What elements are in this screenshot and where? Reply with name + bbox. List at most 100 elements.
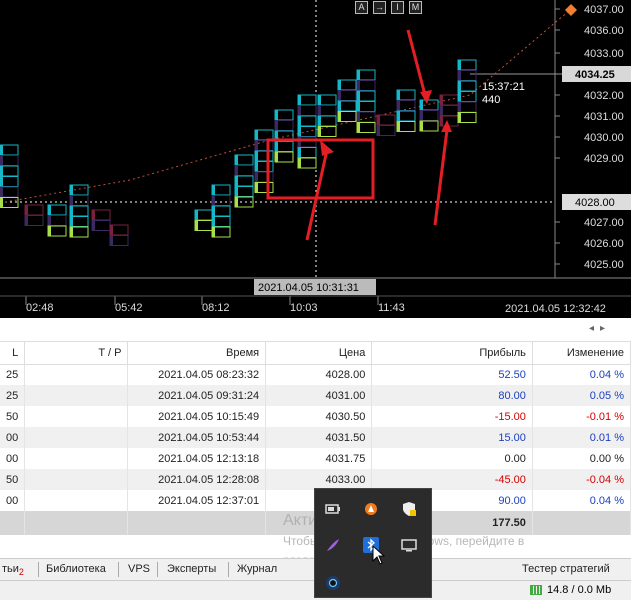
col-header-time[interactable]: Время: [127, 342, 267, 365]
footprint-bar: [92, 210, 95, 220]
footprint-bar: [255, 172, 258, 182]
cursor-tool-button[interactable]: I: [391, 1, 404, 14]
annotation-arrow: [305, 149, 329, 241]
cell-l: 00: [0, 427, 26, 448]
footprint-bar: [25, 205, 28, 215]
cell-profit: -15.00: [371, 406, 533, 427]
footprint-bar: [298, 105, 301, 116]
annotation-box: [266, 138, 375, 200]
footprint-bar: [298, 126, 301, 137]
tab-articles-label: тьи: [2, 563, 19, 575]
cell-change: -0.04 %: [532, 469, 631, 490]
cell-change: 0.04 %: [532, 490, 631, 511]
cell-change: -0.01 %: [532, 406, 631, 427]
display-icon[interactable]: [401, 537, 417, 553]
countdown-label: 15:37:21: [482, 81, 525, 93]
price-label: 4031.00: [584, 111, 624, 123]
footprint-bar: [255, 140, 258, 151]
cell-change: 0.04 %: [532, 364, 631, 385]
footprint-bar: [357, 80, 360, 91]
footprint-bar: [212, 195, 215, 206]
footprint-bar: [440, 116, 443, 126]
table-row[interactable]: 00 2021.04.05 12:13:18 4031.75 0.00 0.00 %: [0, 448, 631, 469]
cell-time: 2021.04.05 12:37:01: [127, 490, 267, 511]
cell-tp: [24, 511, 129, 535]
chart-canvas: 4037.00 4036.00 4033.00 4032.00 4031.00 4030.…: [0, 0, 631, 315]
cell-price: 4031.50: [265, 427, 373, 448]
battery-icon[interactable]: [325, 501, 341, 517]
footprint-bar: [397, 90, 400, 100]
cell-change: [532, 511, 631, 535]
footprint-bar: [458, 91, 461, 102]
price-label: 4033.00: [584, 48, 624, 60]
cell-l: [0, 511, 26, 535]
footprint-bar: [377, 115, 380, 125]
table-row[interactable]: 25 2021.04.05 08:23:32 4028.00 52.50 0.04 %: [0, 364, 631, 385]
cell-tp: [24, 448, 129, 469]
footprint-bar: [235, 186, 238, 197]
cell-time: 2021.04.05 12:13:18: [127, 448, 267, 469]
footprint-bar: [235, 197, 238, 207]
col-header-l[interactable]: L: [0, 342, 26, 365]
tab-library[interactable]: Библиотека: [46, 563, 106, 575]
marker-tool-button[interactable]: M: [409, 1, 422, 14]
price-label: 4026.00: [584, 238, 624, 250]
cell-price: 4031.75: [265, 448, 373, 469]
camera-icon[interactable]: [325, 575, 341, 591]
footprint-bar: [195, 210, 198, 220]
footprint-bar: [318, 126, 321, 137]
footprint-bar: [458, 70, 461, 81]
col-header-price[interactable]: Цена: [265, 342, 373, 365]
table-row[interactable]: 50 2021.04.05 12:28:08 4033.00 -45.00 -0.04 …: [0, 469, 631, 490]
feather-icon[interactable]: [325, 537, 341, 553]
footprint-bar: [338, 90, 341, 101]
footprint-bar: [212, 206, 215, 216]
price-label: 4032.00: [584, 90, 624, 102]
tab-experts[interactable]: Эксперты: [167, 563, 216, 575]
connection-icon: [530, 585, 542, 595]
footprint-bar: [235, 176, 238, 186]
table-row[interactable]: 00 2021.04.05 10:53:44 4031.50 15.00 0.01 %: [0, 427, 631, 448]
tab-divider: [38, 562, 39, 577]
traffic-status: 14.8 / 0.0 Mb: [547, 584, 612, 596]
footprint-bar: [357, 101, 360, 112]
footprint-bar: [212, 216, 215, 227]
current-price-label: 4034.25: [575, 69, 615, 81]
footprint-bar: [338, 80, 341, 90]
text-tool-button[interactable]: A: [355, 1, 368, 14]
cell-change: 0.00 %: [532, 448, 631, 469]
footprint-bar: [48, 215, 51, 226]
footprint-bar: [318, 105, 321, 116]
defender-icon[interactable]: [401, 501, 417, 517]
cell-profit: 52.50: [371, 364, 533, 385]
footprint-bar: [70, 227, 73, 237]
time-label: 10:03: [290, 302, 318, 314]
tab-journal[interactable]: Журнал: [237, 563, 277, 575]
cell-change: 0.05 %: [532, 385, 631, 406]
col-header-profit[interactable]: Прибыль: [371, 342, 533, 365]
tab-strategy-tester[interactable]: Тестер стратегий: [522, 563, 610, 575]
price-label: 4027.00: [584, 217, 624, 229]
col-header-tp[interactable]: T / P: [24, 342, 129, 365]
scroll-arrows-icon[interactable]: ◂▸: [589, 323, 611, 334]
footprint-bar: [298, 95, 301, 105]
footprint-bar: [25, 215, 28, 226]
table-row[interactable]: 50 2021.04.05 10:15:49 4030.50 -15.00 -0.01 …: [0, 406, 631, 427]
footprint-bar: [0, 145, 3, 155]
arrow-tool-button[interactable]: →: [373, 1, 386, 14]
col-header-change[interactable]: Изменение: [532, 342, 631, 365]
cell-time: 2021.04.05 12:28:08: [127, 469, 267, 490]
avast-icon[interactable]: [363, 501, 379, 517]
cell-price: 4033.00: [265, 469, 373, 490]
table-row[interactable]: 25 2021.04.05 09:31:24 4031.00 80.00 0.05 %: [0, 385, 631, 406]
footprint-bar: [0, 197, 3, 208]
footprint-bar: [440, 105, 443, 116]
price-chart[interactable]: 4037.00 4036.00 4033.00 4032.00 4031.00 4030.…: [0, 0, 631, 318]
tab-vps[interactable]: VPS: [128, 563, 150, 575]
footprint-bar: [70, 195, 73, 206]
cell-price: 4030.50: [265, 406, 373, 427]
footprint-bar: [48, 205, 51, 215]
tab-articles[interactable]: тьи2: [2, 563, 24, 577]
footprint-bar: [275, 110, 278, 120]
footprint-bar: [397, 111, 400, 121]
